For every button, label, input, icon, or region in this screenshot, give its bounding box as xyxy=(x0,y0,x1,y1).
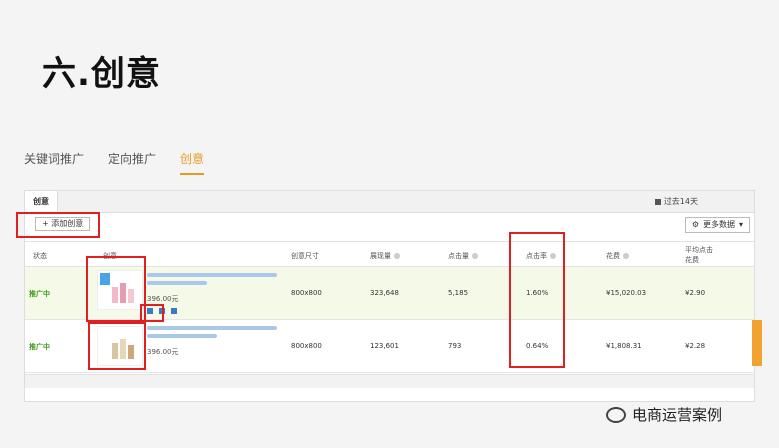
tab-creative[interactable]: 创意 xyxy=(180,150,205,175)
header-impressions[interactable]: 展现量 xyxy=(370,251,400,261)
header-cost[interactable]: 花费 xyxy=(606,251,629,261)
highlight-thumbnail-1 xyxy=(86,256,146,322)
creative-title-line[interactable] xyxy=(147,281,207,285)
highlight-thumbnail-2 xyxy=(88,322,146,370)
creative-price: 396.00元 xyxy=(147,295,179,303)
side-float-tab[interactable] xyxy=(752,320,762,366)
header-status: 状态 xyxy=(33,252,47,260)
size-cell: 800x800 xyxy=(291,289,322,297)
watermark: 电商运营案例 xyxy=(606,404,722,425)
cost-cell: ¥1,808.31 xyxy=(606,342,642,350)
header-avg-cpc[interactable]: 平均点击 花费 xyxy=(685,245,713,265)
tab-keyword-promotion[interactable]: 关键词推广 xyxy=(24,150,84,175)
impressions-cell: 323,648 xyxy=(370,289,399,297)
highlight-ctr-column xyxy=(509,232,565,368)
toolbar: + 添加创意 ⚙ 更多数据 ▾ xyxy=(25,213,754,235)
preview-icon[interactable] xyxy=(171,308,177,314)
watermark-text: 电商运营案例 xyxy=(632,406,723,424)
calendar-icon xyxy=(654,198,661,205)
highlight-edit-icon xyxy=(140,304,164,322)
panel-header: 创意 过去14天 xyxy=(25,191,754,213)
chevron-down-icon: ▾ xyxy=(738,220,743,229)
cost-cell: ¥15,020.03 xyxy=(606,289,647,297)
more-data-button[interactable]: ⚙ 更多数据 ▾ xyxy=(684,217,750,233)
avg-cpc-cell: ¥2.90 xyxy=(685,289,706,297)
avg-cpc-cell: ¥2.28 xyxy=(685,342,706,350)
period-label: 过去14天 xyxy=(663,197,698,206)
clicks-cell: 793 xyxy=(448,342,462,350)
highlight-add-creative xyxy=(16,212,100,238)
period-selector[interactable]: 过去14天 xyxy=(654,191,698,213)
clicks-cell: 5,185 xyxy=(448,289,469,297)
top-tabs: 关键词推广 定向推广 创意 xyxy=(24,150,205,175)
creative-title-line[interactable] xyxy=(147,326,277,330)
status-badge: 推广中 xyxy=(29,343,50,351)
status-badge: 推广中 xyxy=(29,290,50,298)
table-footer xyxy=(25,374,754,388)
creative-title-line[interactable] xyxy=(147,334,217,338)
header-clicks[interactable]: 点击量 xyxy=(448,251,478,261)
help-icon xyxy=(394,253,400,259)
wechat-icon xyxy=(606,406,626,423)
panel-tab-creative[interactable]: 创意 xyxy=(25,191,58,213)
size-cell: 800x800 xyxy=(291,342,322,350)
gear-icon: ⚙ xyxy=(691,220,699,229)
help-icon xyxy=(472,253,478,259)
page-title: 六.创意 xyxy=(42,54,161,94)
creative-title-line[interactable] xyxy=(147,273,277,277)
tab-targeted-promotion[interactable]: 定向推广 xyxy=(108,150,156,175)
help-icon xyxy=(623,253,629,259)
more-data-label: 更多数据 xyxy=(702,220,735,229)
impressions-cell: 123,601 xyxy=(370,342,399,350)
creative-price: 396.00元 xyxy=(147,348,179,356)
header-size: 创意尺寸 xyxy=(291,252,319,260)
